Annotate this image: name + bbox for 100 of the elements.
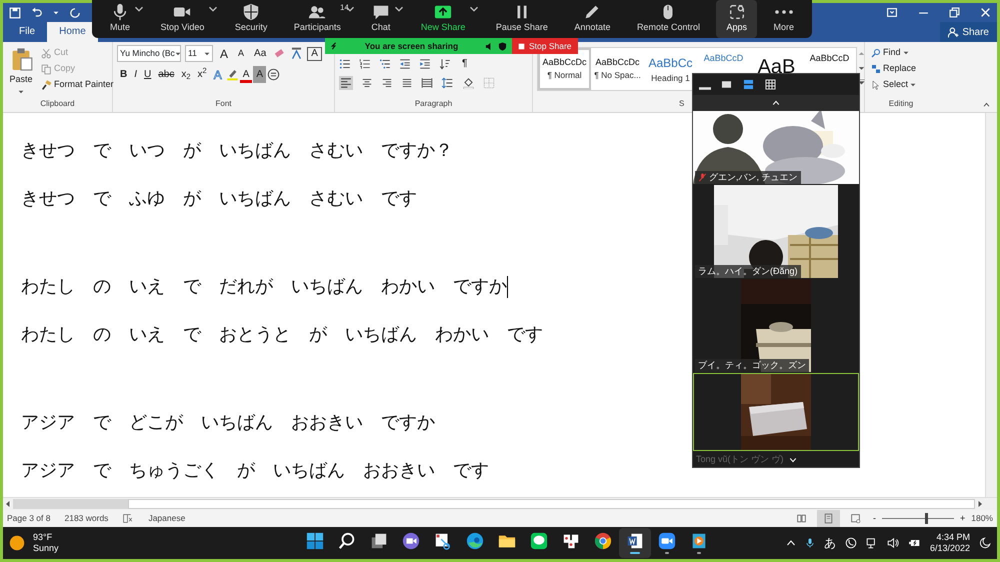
caret-icon[interactable] <box>395 6 404 12</box>
shield-icon <box>498 42 507 50</box>
replace-button[interactable]: Replace <box>869 61 933 77</box>
people-icon <box>308 3 326 22</box>
language-indicator[interactable]: Japanese <box>148 512 186 525</box>
document-app-icon <box>626 532 644 550</box>
undo-icon[interactable] <box>31 6 43 18</box>
toolbar-button[interactable]: New Share <box>410 0 480 38</box>
eraser-icon[interactable] <box>273 47 286 60</box>
close-icon[interactable] <box>980 7 991 18</box>
chrome-icon <box>594 532 612 550</box>
toolbar-button[interactable]: Remote Control <box>626 0 710 38</box>
redo-icon[interactable] <box>69 6 81 18</box>
format-button[interactable]: x$_{2}$ <box>178 66 194 83</box>
enclosed-character-icon[interactable] <box>267 68 280 81</box>
save-icon[interactable] <box>9 6 21 18</box>
font-size-field[interactable]: 11 <box>185 45 213 62</box>
ribbon-tab[interactable]: Home <box>47 22 98 42</box>
chevron-up-icon[interactable] <box>786 538 796 548</box>
paint-bucket-icon[interactable] <box>462 77 475 89</box>
restore-icon[interactable] <box>949 7 960 18</box>
line-spacing-icon[interactable] <box>441 77 454 89</box>
align-right-icon[interactable] <box>381 77 393 89</box>
taskbar-app[interactable] <box>619 528 651 558</box>
page-indicator[interactable]: Page 3 of 8 <box>7 512 50 525</box>
toolbar-button[interactable]: Pause Share <box>486 0 558 38</box>
microphone-icon[interactable] <box>804 537 815 549</box>
chevron-up-icon[interactable] <box>771 99 781 107</box>
vertical-scrollbar[interactable] <box>985 113 997 497</box>
toolbar-button[interactable]: Apps <box>716 0 757 38</box>
format-button[interactable]: I <box>131 66 140 83</box>
proofing-icon[interactable] <box>122 513 134 524</box>
zoom-out-button[interactable]: - <box>870 510 878 526</box>
align-center-icon[interactable] <box>361 77 373 89</box>
scrollbar-thumb[interactable] <box>13 499 128 509</box>
paste-button[interactable]: Paste <box>7 45 35 93</box>
network-icon[interactable] <box>866 537 878 549</box>
moon-circle-icon[interactable] <box>844 537 857 549</box>
ribbon-tab[interactable]: File <box>7 22 48 42</box>
person-add-icon <box>948 26 960 38</box>
bullets-icon[interactable] <box>339 58 351 70</box>
sun-icon <box>9 535 25 551</box>
format-button[interactable]: U <box>141 66 154 83</box>
window-stack-icon <box>370 532 388 550</box>
caret-icon <box>902 50 909 56</box>
toolbar-button[interactable]: More <box>763 0 804 38</box>
toolbar-button[interactable]: Stop Video <box>150 0 218 38</box>
highlighter-icon[interactable] <box>226 68 239 81</box>
format-button[interactable]: A <box>235 45 248 62</box>
battery-icon[interactable] <box>908 537 921 549</box>
numbering-icon[interactable] <box>359 58 371 70</box>
select-button[interactable]: Select <box>869 77 933 93</box>
caret-icon[interactable] <box>209 6 218 12</box>
sharing-banner: You are screen sharing <box>325 38 512 54</box>
clock-date[interactable]: 6/13/2022 <box>930 543 970 554</box>
format-button[interactable]: B <box>117 66 130 83</box>
justify-icon[interactable] <box>401 77 413 89</box>
phonetic-guide-icon[interactable] <box>290 47 304 60</box>
multilevel-list-icon[interactable] <box>379 58 391 70</box>
sort-icon[interactable] <box>439 58 451 70</box>
input-method[interactable]: あ <box>824 534 836 552</box>
zoom-in-button[interactable]: + <box>958 510 968 526</box>
read-mode-icon <box>796 513 807 524</box>
decrease-indent-icon[interactable] <box>399 58 411 70</box>
font-name-field[interactable]: Yu Mincho (Bc <box>117 45 181 62</box>
ribbon-display-icon[interactable] <box>886 7 898 18</box>
zoom-level[interactable]: 180% <box>971 512 993 525</box>
chevron-down-icon[interactable] <box>788 456 798 464</box>
format-button[interactable]: A <box>307 46 322 60</box>
toolbar-button[interactable]: Security <box>224 0 278 38</box>
increase-indent-icon[interactable] <box>419 58 431 70</box>
ribbon-command[interactable]: Format Painter <box>39 77 116 93</box>
caret-icon[interactable] <box>470 6 478 12</box>
stop-icon <box>518 42 525 50</box>
toolbar-button[interactable]: Mute <box>100 0 144 38</box>
distributed-icon[interactable] <box>421 77 433 89</box>
show-marks-button[interactable]: ¶ <box>459 55 470 72</box>
word-count[interactable]: 2183 words <box>64 512 108 525</box>
collapse-ribbon-icon[interactable] <box>982 101 991 108</box>
text-line: アジア で どこが いちばん おおきい ですか <box>21 411 435 435</box>
speech-bubble-icon <box>372 3 390 22</box>
participant-name: ブイ。ティ。ゴック。ズン <box>695 358 809 372</box>
group-label: S <box>679 98 684 110</box>
toolbar-button[interactable]: Chat <box>361 0 404 38</box>
toolbar-button[interactable]: Annotate <box>564 0 620 38</box>
format-button[interactable]: A <box>217 45 232 62</box>
speaker-icon[interactable] <box>886 537 899 549</box>
text-line: きせつ で ふゆ が いちばん さむい です <box>21 187 417 211</box>
caret-icon[interactable] <box>135 6 144 12</box>
find-button[interactable]: Find <box>869 45 933 61</box>
slider-thumb[interactable] <box>925 513 928 524</box>
share-button[interactable]: Share <box>940 22 997 42</box>
clock-time[interactable]: 4:34 PM <box>936 532 970 543</box>
format-button[interactable]: Aa <box>251 45 270 62</box>
stop-share-button[interactable]: Stop Share <box>512 38 578 54</box>
align-left-icon[interactable] <box>339 76 353 90</box>
moon-icon[interactable] <box>979 537 991 549</box>
format-button[interactable]: x$^{2}$ <box>194 66 210 83</box>
format-button[interactable]: abc <box>155 66 178 83</box>
format-button[interactable]: A <box>253 66 266 83</box>
